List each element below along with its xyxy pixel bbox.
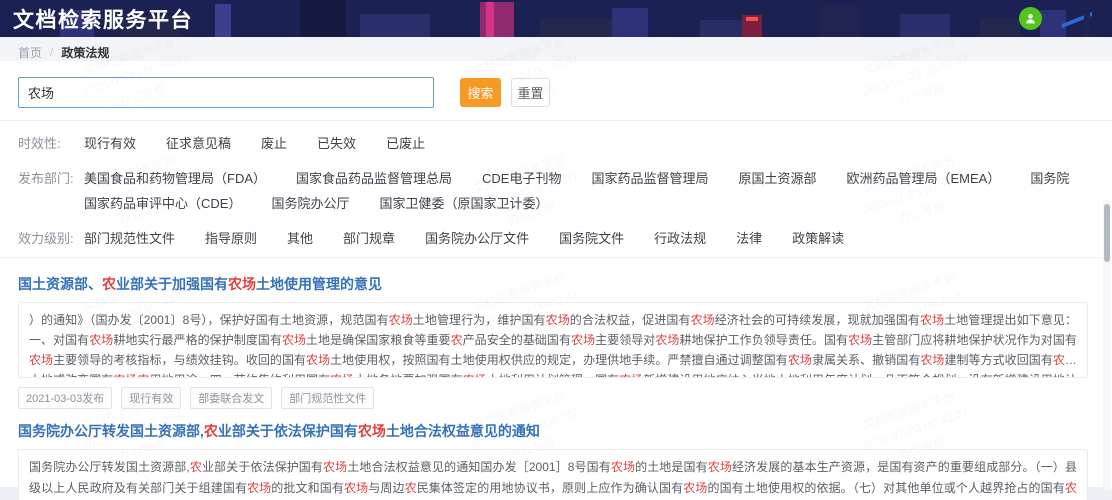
filter-option[interactable]: 美国食品和药物管理局（FDA） [84, 168, 266, 187]
filter-option[interactable]: 指导原则 [205, 228, 257, 247]
breadcrumb-separator: / [50, 45, 54, 59]
result-title-link[interactable]: 国务院办公厅转发国土资源部,农业部关于依法保护国有农场土地合法权益意见的通知 [18, 421, 1088, 441]
filter-option[interactable]: 国务院 [1030, 168, 1069, 187]
result-item: 国务院办公厅转发国土资源部,农业部关于依法保护国有农场土地合法权益意见的通知 国… [18, 421, 1088, 500]
status-tag: 现行有效 [121, 387, 182, 410]
filter-option[interactable]: 废止 [261, 133, 287, 152]
result-list: 国土资源部、农业部关于加强国有农场土地使用管理的意见 ）的通知》（国办发〔200… [0, 258, 1112, 500]
filter-option[interactable]: 已失效 [317, 133, 356, 152]
filter-option[interactable]: 部门规范性文件 [84, 228, 175, 247]
filter-option[interactable]: 国务院文件 [559, 228, 624, 247]
search-button[interactable]: 搜索 [460, 78, 501, 107]
content-card: 搜索 重置 时效性: 现行有效 征求意见稿 废止 已失效 已废止 发布部门: 美… [0, 61, 1112, 500]
page-title: 文档检索服务平台 [13, 9, 193, 32]
filter-panel: 时效性: 现行有效 征求意见稿 废止 已失效 已废止 发布部门: 美国食品和药物… [0, 121, 1112, 257]
result-title-link[interactable]: 国土资源部、农业部关于加强国有农场土地使用管理的意见 [18, 274, 1088, 294]
filter-label: 效力级别: [18, 231, 74, 246]
user-avatar[interactable] [1019, 7, 1042, 30]
filter-option[interactable]: 法律 [736, 228, 762, 247]
breadcrumb-home-link[interactable]: 首页 [18, 44, 42, 61]
filter-option[interactable]: 欧洲药品管理局（EMEA） [847, 168, 1001, 187]
search-bar: 搜索 重置 [0, 61, 1112, 120]
filter-option[interactable]: 政策解读 [792, 228, 844, 247]
filter-row-department: 发布部门: 美国食品和药物管理局（FDA） 国家食品药品监督管理总局 CDE电子… [18, 160, 1112, 220]
scrollbar-track[interactable] [1103, 200, 1111, 490]
result-snippet: 国务院办公厅转发国土资源部,农业部关于依法保护国有农场土地合法权益意见的通知国办… [18, 449, 1088, 500]
filter-row-effect-level: 效力级别: 部门规范性文件 指导原则 其他 部门规章 国务院办公厅文件 国务院文… [18, 220, 1112, 255]
user-icon [1026, 14, 1035, 24]
filter-row-timeliness: 时效性: 现行有效 征求意见稿 废止 已失效 已废止 [18, 125, 1112, 160]
filter-option[interactable]: 现行有效 [84, 133, 136, 152]
app-header: 文档检索服务平台 [0, 0, 1112, 37]
filter-option[interactable]: 已废止 [386, 133, 425, 152]
scrollbar-thumb[interactable] [1104, 204, 1110, 262]
result-item: 国土资源部、农业部关于加强国有农场土地使用管理的意见 ）的通知》（国办发〔200… [18, 274, 1088, 410]
filter-option[interactable]: 其他 [287, 228, 313, 247]
filter-option[interactable]: 国家卫健委（原国家卫计委） [379, 193, 548, 212]
filter-label: 时效性: [18, 136, 61, 151]
filter-label: 发布部门: [18, 171, 74, 186]
publish-date-tag: 2021-03-03发布 [18, 387, 113, 410]
result-snippet: ）的通知》（国办发〔2001〕8号），保护好国有土地资源，规范国有农场土地管理行… [18, 302, 1088, 379]
filter-option[interactable]: 部门规章 [343, 228, 395, 247]
doc-type-tag: 部门规范性文件 [281, 387, 375, 410]
filter-option[interactable]: 原国土资源部 [739, 168, 817, 187]
breadcrumb: 首页 / 政策法规 [0, 37, 1112, 61]
filter-option[interactable]: 国家药品监督管理局 [591, 168, 708, 187]
search-input[interactable] [18, 77, 434, 108]
breadcrumb-current: 政策法规 [61, 45, 110, 60]
filter-option[interactable]: 行政法规 [654, 228, 706, 247]
filter-option[interactable]: CDE电子刊物 [482, 168, 561, 187]
issuer-tag: 部委联合发文 [190, 387, 273, 410]
filter-option[interactable]: 国家药品审评中心（CDE） [84, 193, 241, 212]
filter-option[interactable]: 征求意见稿 [166, 133, 231, 152]
filter-option[interactable]: 国家食品药品监督管理总局 [296, 168, 452, 187]
filter-option[interactable]: 国务院办公厅 [271, 193, 349, 212]
filter-option[interactable]: 国务院办公厅文件 [425, 228, 529, 247]
reset-button[interactable]: 重置 [511, 78, 550, 107]
